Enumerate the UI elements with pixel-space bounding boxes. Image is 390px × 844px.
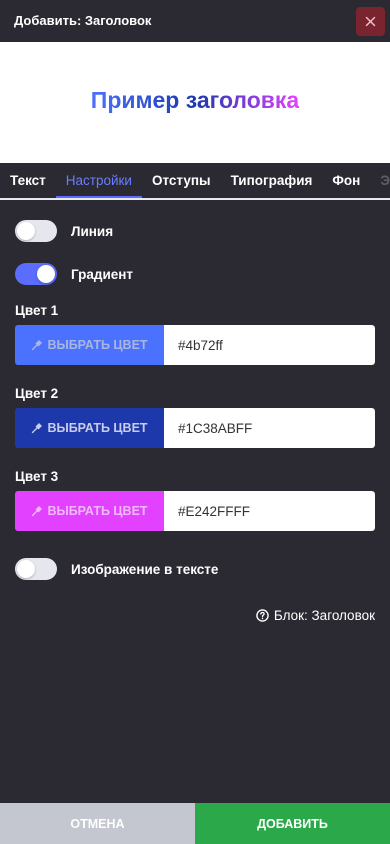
toggle-knob — [17, 222, 35, 240]
modal-title: Добавить: Заголовок — [14, 13, 152, 28]
heading-preview: Пример заголовка — [0, 42, 390, 163]
eyedropper-icon — [32, 423, 43, 434]
tab-overflow[interactable]: Э — [370, 163, 390, 196]
gradient-label: Градиент — [71, 266, 134, 282]
line-toggle[interactable] — [15, 220, 57, 242]
block-help-label: Блок: Заголовок — [273, 608, 375, 623]
color-3-label: Цвет 3 — [15, 469, 59, 484]
add-button[interactable]: ДОБАВИТЬ — [195, 803, 390, 844]
color-1-pick-button[interactable]: ВЫБРАТЬ ЦВЕТ — [15, 325, 164, 365]
color-3-row: ВЫБРАТЬ ЦВЕТ — [15, 491, 375, 531]
cancel-button[interactable]: ОТМЕНА — [0, 803, 195, 844]
tab-text[interactable]: Текст — [0, 163, 56, 196]
toggle-knob — [37, 265, 55, 283]
image-in-text-toggle[interactable] — [15, 558, 57, 580]
tab-settings[interactable]: Настройки — [55, 163, 143, 198]
color-1-row: ВЫБРАТЬ ЦВЕТ — [15, 325, 375, 365]
close-button[interactable] — [356, 7, 385, 36]
pick-button-label: ВЫБРАТЬ ЦВЕТ — [47, 421, 148, 435]
tab-background[interactable]: Фон — [322, 163, 370, 196]
line-setting: Линия — [15, 220, 375, 242]
image-in-text-setting: Изображение в тексте — [15, 558, 375, 580]
color-1-group: Цвет 1 ВЫБРАТЬ ЦВЕТ — [15, 303, 375, 365]
color-3-group: Цвет 3 ВЫБРАТЬ ЦВЕТ — [15, 469, 375, 531]
pick-button-label: ВЫБРАТЬ ЦВЕТ — [47, 504, 148, 518]
color-2-group: Цвет 2 ВЫБРАТЬ ЦВЕТ — [15, 386, 375, 448]
color-3-pick-button[interactable]: ВЫБРАТЬ ЦВЕТ — [15, 491, 164, 531]
color-2-hex-input[interactable] — [164, 408, 375, 448]
settings-panel: Линия Градиент Цвет 1 ВЫБРАТЬ ЦВЕТ Цвет … — [0, 220, 390, 580]
eyedropper-icon — [32, 506, 43, 517]
gradient-toggle[interactable] — [15, 263, 57, 285]
color-2-row: ВЫБРАТЬ ЦВЕТ — [15, 408, 375, 448]
modal-footer: ОТМЕНА ДОБАВИТЬ — [0, 803, 390, 844]
tab-spacing[interactable]: Отступы — [142, 163, 221, 196]
gradient-setting: Градиент — [15, 263, 375, 285]
pick-button-label: ВЫБРАТЬ ЦВЕТ — [47, 338, 148, 352]
color-1-label: Цвет 1 — [15, 303, 59, 318]
image-in-text-label: Изображение в тексте — [71, 561, 219, 577]
close-icon — [365, 16, 376, 27]
color-2-pick-button[interactable]: ВЫБРАТЬ ЦВЕТ — [15, 408, 164, 448]
preview-heading-text: Пример заголовка — [90, 87, 300, 113]
color-2-label: Цвет 2 — [15, 386, 59, 401]
eyedropper-icon — [32, 340, 43, 351]
help-circle-icon — [256, 609, 269, 622]
tab-typography[interactable]: Типография — [221, 163, 323, 196]
line-label: Линия — [71, 223, 114, 239]
color-3-hex-input[interactable] — [164, 491, 375, 531]
modal-header: Добавить: Заголовок — [0, 0, 390, 42]
tab-bar: Текст Настройки Отступы Типография Фон Э — [0, 163, 390, 200]
toggle-knob — [17, 560, 35, 578]
color-1-hex-input[interactable] — [164, 325, 375, 365]
block-help-link[interactable]: Блок: Заголовок — [256, 608, 375, 623]
